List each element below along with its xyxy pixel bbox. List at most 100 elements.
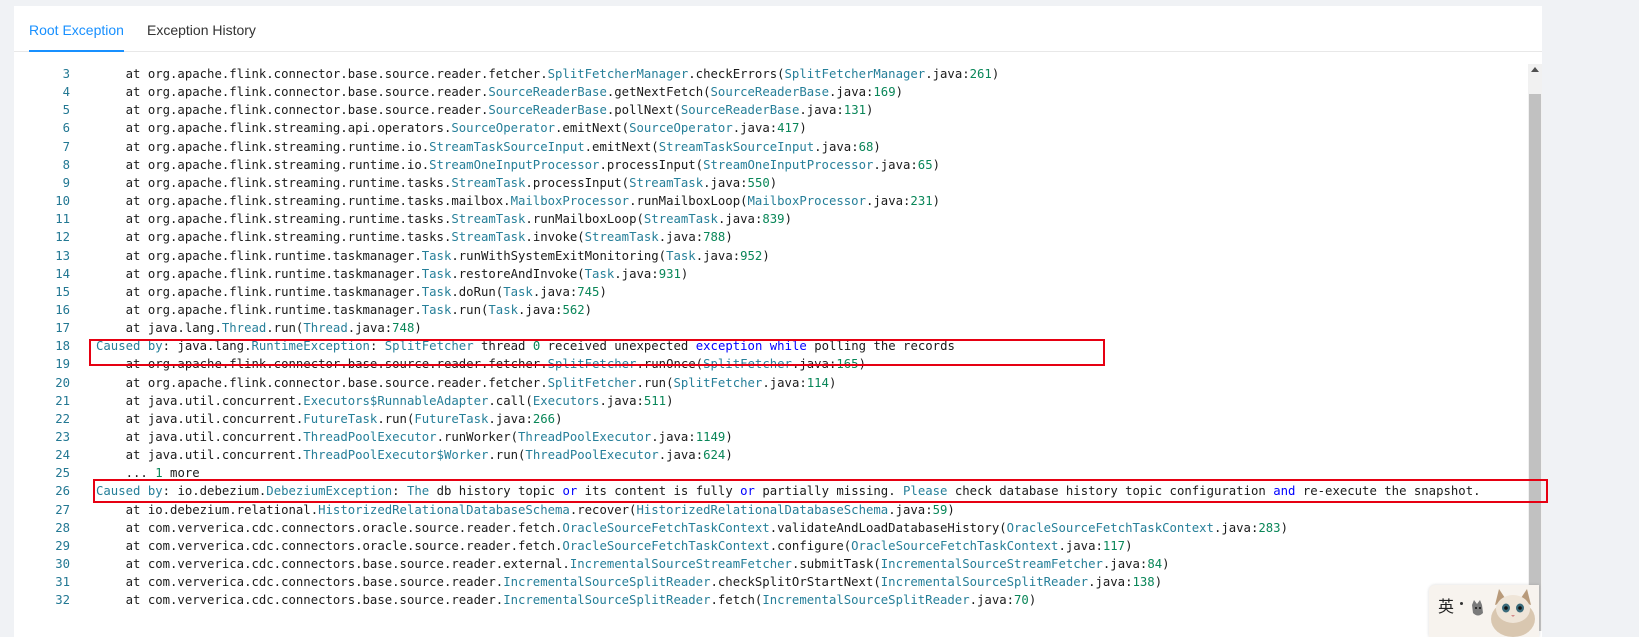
- code-token: at org.apache.flink.runtime.taskmanager.: [96, 284, 422, 299]
- code-token: OracleSourceFetchTaskContext: [1006, 520, 1214, 535]
- code-token: at org.apache.flink.connector.base.sourc…: [96, 103, 489, 118]
- code-token: ): [828, 375, 837, 390]
- line-number: 26: [55, 484, 70, 499]
- ime-dot-icon: [1460, 602, 1463, 605]
- code-token: at org.apache.flink.runtime.taskmanager.: [96, 248, 422, 263]
- line-code: at org.apache.flink.connector.base.sourc…: [96, 83, 903, 101]
- code-token: OracleSourceFetchTaskContext: [562, 520, 770, 535]
- code-token: IncrementalSourceSplitReader: [762, 593, 970, 608]
- code-token: Executors$RunnableAdapter: [303, 393, 489, 408]
- code-token: .processInput(: [599, 157, 704, 172]
- code-token: .java:: [717, 212, 763, 227]
- code-token: .java:: [658, 230, 704, 245]
- code-token: 550: [747, 175, 770, 190]
- code-token: .java:: [1058, 538, 1103, 553]
- code-token: 169: [873, 85, 896, 100]
- code-token: .java:: [799, 103, 844, 118]
- code-token: .checkErrors(: [688, 67, 785, 81]
- ime-widget[interactable]: 英: [1429, 585, 1539, 637]
- code-token: .java:: [814, 139, 859, 154]
- code-token: at com.ververica.cdc.connectors.oracle.s…: [96, 520, 563, 535]
- line-code: at java.util.concurrent.ThreadPoolExecut…: [96, 446, 733, 464]
- tab-exception-history[interactable]: Exception History: [147, 6, 256, 51]
- code-token: 138: [1132, 575, 1155, 590]
- line-number: 22: [55, 411, 70, 426]
- line-code: at com.ververica.cdc.connectors.base.sou…: [96, 591, 1037, 609]
- code-token: .java:: [347, 321, 393, 336]
- code-token: .java:: [925, 67, 970, 81]
- line-code: at org.apache.flink.connector.base.sourc…: [96, 101, 874, 119]
- code-token: OracleSourceFetchTaskContext: [562, 538, 770, 553]
- code-token: MailboxProcessor: [510, 194, 630, 209]
- code-token: IncrementalSourceSplitReader: [880, 575, 1089, 590]
- code-token: .configure(: [769, 538, 852, 553]
- code-token: 70: [1014, 593, 1029, 608]
- code-token: 952: [740, 248, 763, 263]
- code-token: StreamOneInputProcessor: [429, 157, 600, 172]
- code-token: ThreadPoolExecutor: [525, 448, 659, 463]
- line-number: 20: [55, 375, 70, 390]
- code-token: SourceReaderBase: [488, 103, 607, 118]
- code-token: ThreadPoolExecutor: [518, 430, 652, 444]
- code-token: StreamTask: [584, 230, 659, 245]
- cat-icon: [1472, 600, 1483, 616]
- line-number: 10: [55, 194, 70, 209]
- code-token: .java:: [762, 375, 807, 390]
- code-token: StreamTask: [451, 230, 526, 245]
- code-token: ): [725, 448, 733, 463]
- code-token: ): [769, 175, 778, 190]
- code-token: Executors: [532, 393, 600, 408]
- tab-root-exception[interactable]: Root Exception: [29, 6, 124, 52]
- code-token: .doRun(: [451, 284, 504, 299]
- chevron-up-icon[interactable]: [1531, 67, 1539, 72]
- code-token: .invoke(: [525, 230, 585, 245]
- line-number: 32: [55, 593, 70, 608]
- code-token: Task: [488, 302, 519, 317]
- line-code: at com.ververica.cdc.connectors.oracle.s…: [96, 519, 1288, 537]
- code-token: .java:: [614, 266, 659, 281]
- code-token: .call(: [488, 393, 533, 408]
- line-code: at java.util.concurrent.ThreadPoolExecut…: [96, 428, 733, 446]
- code-token: at java.lang.: [96, 321, 222, 336]
- code-token: 562: [562, 302, 585, 317]
- code-token: 68: [858, 139, 874, 154]
- code-token: SourceReaderBase: [488, 85, 607, 100]
- code-token: at org.apache.flink.connector.base.sourc…: [96, 67, 548, 81]
- code-token: ThreadPoolExecutor: [303, 430, 437, 444]
- code-token: ): [932, 157, 941, 172]
- code-token: .emitNext(: [584, 139, 659, 154]
- line-code: at org.apache.flink.runtime.taskmanager.…: [96, 301, 592, 319]
- code-token: ): [1125, 538, 1133, 553]
- code-token: at org.apache.flink.streaming.api.operat…: [96, 121, 452, 136]
- code-token: .java:: [1102, 557, 1148, 572]
- code-token: IncrementalSourceSplitReader: [503, 593, 711, 608]
- code-token: 59: [932, 502, 948, 517]
- code-token: SourceReaderBase: [680, 103, 800, 118]
- code-token: 748: [392, 321, 415, 336]
- code-token: at org.apache.flink.runtime.taskmanager.: [96, 302, 422, 317]
- code-token: .java:: [695, 248, 741, 263]
- line-code: at org.apache.flink.connector.base.sourc…: [96, 374, 837, 392]
- code-token: .java:: [488, 411, 533, 426]
- code-token: Task: [421, 302, 452, 317]
- code-token: at java.util.concurrent.: [96, 411, 304, 426]
- line-number: 24: [55, 448, 70, 463]
- code-token: at org.apache.flink.streaming.runtime.ta…: [96, 230, 452, 245]
- code-token: 417: [777, 121, 800, 136]
- code-token: 283: [1258, 520, 1281, 535]
- code-token: at com.ververica.cdc.connectors.base.sou…: [96, 557, 570, 572]
- code-token: at org.apache.flink.streaming.runtime.io…: [96, 157, 430, 172]
- editor-scrollbar[interactable]: [1528, 64, 1542, 631]
- code-token: Thread: [303, 321, 348, 336]
- code-token: at com.ververica.cdc.connectors.oracle.s…: [96, 538, 563, 553]
- code-token: ): [1162, 557, 1170, 572]
- code-token: .java:: [703, 175, 748, 190]
- scrollbar-thumb[interactable]: [1529, 94, 1541, 631]
- code-token: .pollNext(: [606, 103, 681, 118]
- code-token: 231: [910, 194, 933, 209]
- code-token: ): [584, 302, 593, 317]
- code-token: ): [555, 411, 563, 426]
- code-token: IncrementalSourceSplitReader: [503, 575, 711, 590]
- code-token: 839: [762, 212, 785, 227]
- line-code: at org.apache.flink.streaming.runtime.ta…: [96, 174, 778, 192]
